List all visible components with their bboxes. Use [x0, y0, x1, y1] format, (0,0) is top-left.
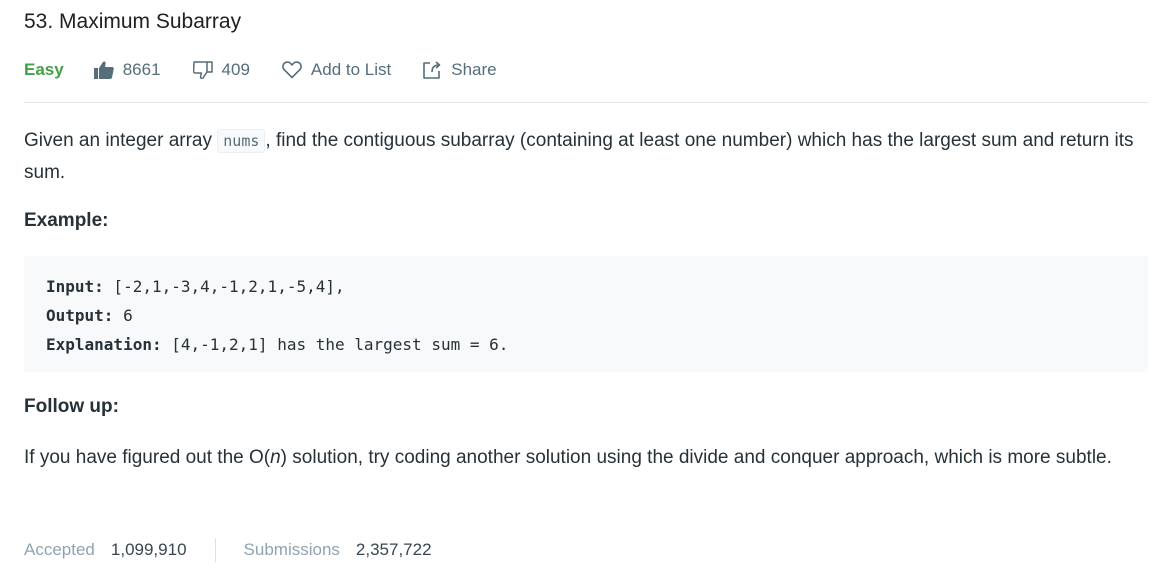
example-heading: Example: [24, 210, 109, 231]
submissions-value: 2,357,722 [355, 540, 432, 559]
example-code-block: Input: [-2,1,-3,4,-1,2,1,-5,4], Output: 6… [24, 256, 1148, 372]
example-output-label: Output: [46, 306, 114, 325]
dislike-button[interactable]: 409 [192, 60, 250, 80]
example-output-line: Output: 6 [46, 301, 508, 330]
header-divider [24, 102, 1148, 103]
difficulty-badge: Easy [24, 60, 64, 79]
example-output-value: 6 [113, 306, 133, 325]
inline-code-nums: nums [217, 129, 266, 153]
thumbs-up-icon [93, 61, 114, 79]
accepted-label: Accepted [24, 540, 95, 559]
thumbs-down-icon [192, 61, 213, 79]
add-to-list-button[interactable]: Add to List [282, 60, 391, 80]
problem-description: Given an integer array nums, find the co… [24, 125, 1148, 188]
followup-text-after: ) solution, try coding another solution … [280, 447, 1112, 468]
like-count: 8661 [122, 60, 161, 79]
add-to-list-label: Add to List [310, 60, 392, 79]
followup-text: If you have figured out the O(n) solutio… [24, 443, 1148, 472]
followup-heading: Follow up: [24, 396, 119, 417]
example-input-line: Input: [-2,1,-3,4,-1,2,1,-5,4], [46, 272, 508, 301]
accepted-value: 1,099,910 [110, 540, 187, 559]
example-input-value: [-2,1,-3,4,-1,2,1,-5,4], [103, 277, 345, 296]
example-explanation-line: Explanation: [4,-1,2,1] has the largest … [46, 330, 508, 359]
example-explanation-label: Explanation: [46, 335, 162, 354]
share-label: Share [451, 60, 497, 79]
description-text-1: Given an integer array [24, 130, 218, 151]
stats-divider [214, 538, 216, 562]
problem-title: 53. Maximum Subarray [24, 10, 242, 33]
dislike-count: 409 [221, 60, 250, 79]
submission-stats: Accepted 1,099,910 Submissions 2,357,722 [24, 537, 432, 563]
heart-icon [282, 61, 302, 79]
problem-meta-bar: Easy 8661 409 Add to List Share [24, 56, 529, 84]
example-explanation-value: [4,-1,2,1] has the largest sum = 6. [161, 335, 509, 354]
submissions-label: Submissions [243, 540, 340, 559]
share-button[interactable]: Share [423, 60, 497, 80]
like-button[interactable]: 8661 [93, 60, 161, 80]
example-input-label: Input: [46, 277, 104, 296]
share-icon [423, 61, 441, 79]
followup-text-italic: n [270, 447, 281, 468]
followup-text-before: If you have figured out the O( [24, 447, 271, 468]
